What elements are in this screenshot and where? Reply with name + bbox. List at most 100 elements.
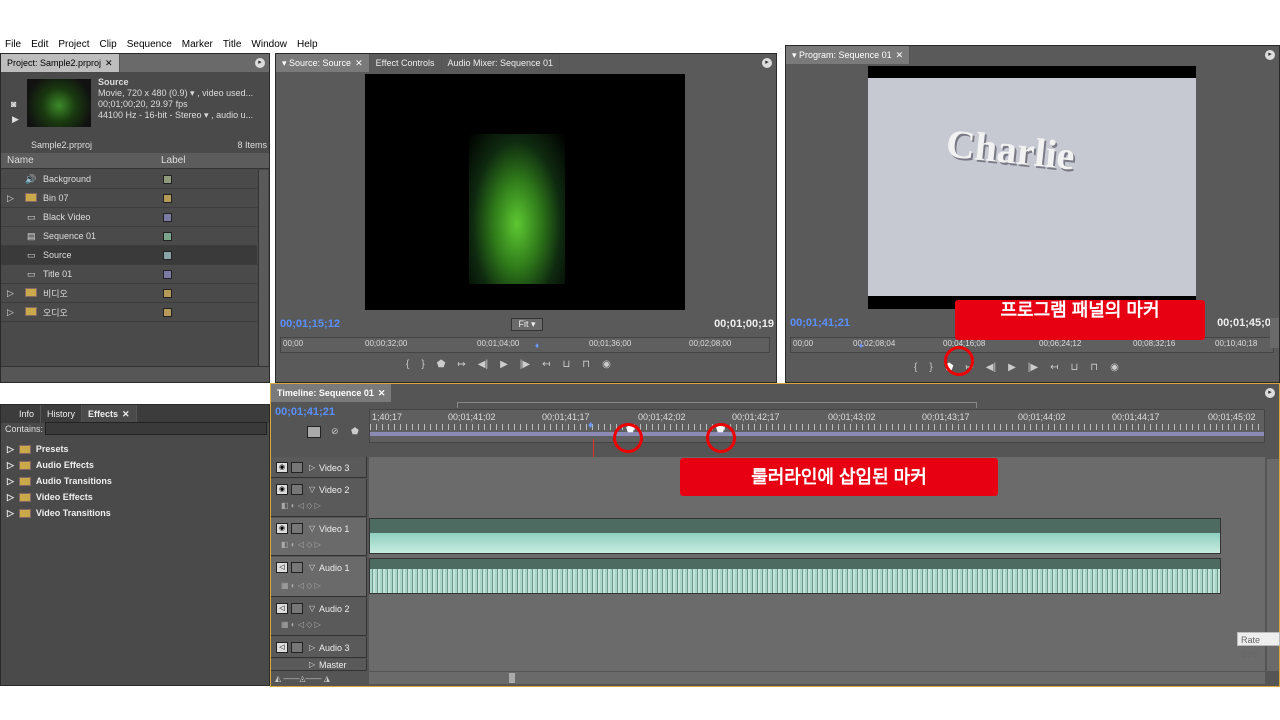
- speaker-icon[interactable]: ◁: [276, 603, 288, 614]
- tab-program[interactable]: ▾ Program: Sequence 01 ✕: [786, 46, 911, 64]
- play-icon[interactable]: ▶: [500, 359, 508, 370]
- list-item[interactable]: ▭ Black Video: [1, 208, 257, 227]
- menu-marker[interactable]: Marker: [182, 39, 213, 50]
- list-item[interactable]: ▷ Audio Effects: [1, 457, 269, 473]
- project-scrollbar[interactable]: [258, 170, 268, 366]
- expand-icon[interactable]: ▷: [309, 463, 315, 472]
- collapse-icon[interactable]: ▽: [309, 485, 315, 494]
- add-marker-icon[interactable]: ⬟: [351, 426, 359, 437]
- goto-out-icon[interactable]: ↤: [1050, 362, 1058, 373]
- col-name[interactable]: Name: [1, 155, 161, 166]
- lock-icon[interactable]: [291, 462, 303, 473]
- track-audio-2[interactable]: ◁ ▽ Audio 2 ▦ ◐ ◁ ◇ ▷: [271, 598, 367, 636]
- list-item[interactable]: ▷ Video Effects: [1, 489, 269, 505]
- panel-menu-icon[interactable]: ▸: [255, 58, 265, 68]
- menu-sequence[interactable]: Sequence: [127, 39, 172, 50]
- track-audio-1[interactable]: ◁ ▽ Audio 1 ▦ ◐ ◁ ◇ ▷: [271, 557, 367, 597]
- list-item[interactable]: ▭ Title 01: [1, 265, 257, 284]
- lock-icon[interactable]: [291, 562, 303, 573]
- tab-project[interactable]: Project: Sample2.prproj ✕: [1, 54, 120, 72]
- playhead-icon[interactable]: ♦: [859, 341, 863, 350]
- work-area-bar[interactable]: [370, 432, 1264, 436]
- keyframe-nav-icon[interactable]: ◧ ◐ ◁ ◇ ▷: [281, 501, 321, 510]
- audio-clip[interactable]: [369, 558, 1221, 594]
- timeline-zoom-slider[interactable]: ◭ ——◬—— ◮: [275, 674, 365, 683]
- speaker-icon[interactable]: ◁: [276, 642, 288, 653]
- program-scrollbar[interactable]: [1270, 318, 1279, 348]
- tab-timeline[interactable]: Timeline: Sequence 01 ✕: [271, 384, 393, 402]
- playhead-icon[interactable]: ♦: [535, 341, 539, 350]
- panel-menu-icon[interactable]: ▸: [762, 58, 772, 68]
- link-icon[interactable]: ⊘: [331, 426, 339, 437]
- step-forward-icon[interactable]: |▶: [520, 359, 530, 370]
- export-frame-icon[interactable]: ◉: [602, 359, 611, 370]
- lift-icon[interactable]: ⊔: [1070, 362, 1078, 373]
- timeline-timecode[interactable]: 00;01;41;21: [275, 406, 335, 418]
- insert-icon[interactable]: ⊔: [562, 359, 570, 370]
- list-item[interactable]: ▷ 오디오: [1, 303, 257, 322]
- panel-menu-icon[interactable]: ▸: [1265, 388, 1275, 398]
- lock-icon[interactable]: [291, 642, 303, 653]
- video-clip[interactable]: [369, 518, 1221, 554]
- lock-icon[interactable]: [291, 603, 303, 614]
- mark-out-icon[interactable]: }: [421, 359, 424, 370]
- collapse-icon[interactable]: ▽: [309, 563, 315, 572]
- play-icon[interactable]: ▶: [1008, 362, 1016, 373]
- keyframe-nav-icon[interactable]: ◧ ◐ ◁ ◇ ▷: [281, 540, 321, 549]
- close-icon[interactable]: ✕: [896, 50, 904, 60]
- menu-project[interactable]: Project: [58, 39, 89, 50]
- eye-icon[interactable]: ◉: [276, 523, 288, 534]
- eye-icon[interactable]: ◉: [276, 462, 288, 473]
- expand-icon[interactable]: ▷: [309, 643, 315, 652]
- tab-history[interactable]: History: [41, 405, 83, 423]
- expand-icon[interactable]: ▷: [7, 492, 14, 503]
- snap-icon[interactable]: [307, 426, 321, 438]
- export-frame-icon[interactable]: ◉: [1110, 362, 1119, 373]
- overlay-icon[interactable]: ⊓: [582, 359, 590, 370]
- col-label[interactable]: Label: [161, 155, 185, 166]
- program-timecode[interactable]: 00;01;41;21: [790, 317, 850, 329]
- eye-icon[interactable]: ◉: [276, 484, 288, 495]
- effects-search-input[interactable]: [45, 422, 267, 435]
- play-icon[interactable]: ▶: [12, 114, 19, 125]
- source-timecode[interactable]: 00;01;15;12: [280, 318, 340, 330]
- tab-effects[interactable]: Effects ✕: [82, 405, 137, 423]
- menu-help[interactable]: Help: [297, 39, 318, 50]
- tab-info[interactable]: Info: [1, 405, 42, 423]
- source-ruler[interactable]: 00;00 00;00;32;00 00;01;04;00 00;01;36;0…: [280, 337, 770, 353]
- expand-icon[interactable]: ▷: [7, 508, 14, 519]
- close-icon[interactable]: ✕: [105, 58, 113, 68]
- menu-clip[interactable]: Clip: [99, 39, 116, 50]
- goto-out-icon[interactable]: ↤: [542, 359, 550, 370]
- extract-icon[interactable]: ⊓: [1090, 362, 1098, 373]
- lock-icon[interactable]: [291, 523, 303, 534]
- collapse-icon[interactable]: ▽: [309, 604, 315, 613]
- list-item[interactable]: ▷ Presets: [1, 441, 269, 457]
- expand-icon[interactable]: ▷: [7, 460, 14, 471]
- timeline-zoom-bar[interactable]: [457, 402, 977, 408]
- step-back-icon[interactable]: ◀|: [478, 359, 488, 370]
- menu-window[interactable]: Window: [251, 39, 287, 50]
- goto-in-icon[interactable]: ↦: [457, 359, 465, 370]
- mark-in-icon[interactable]: {: [914, 362, 917, 373]
- tab-effect-controls[interactable]: Effect Controls: [370, 54, 442, 72]
- list-item[interactable]: ▤ Sequence 01: [1, 227, 257, 246]
- tab-audio-mixer[interactable]: Audio Mixer: Sequence 01: [442, 54, 561, 72]
- tab-source[interactable]: ▾ Source: Source ✕: [276, 54, 370, 72]
- lock-icon[interactable]: [291, 484, 303, 495]
- step-back-icon[interactable]: ◀|: [986, 362, 996, 373]
- expand-icon[interactable]: ▷: [7, 444, 14, 455]
- scroll-thumb[interactable]: [509, 673, 515, 683]
- step-forward-icon[interactable]: |▶: [1028, 362, 1038, 373]
- playhead-icon[interactable]: ♦: [588, 420, 593, 431]
- marker-icon[interactable]: ⬟: [437, 359, 446, 370]
- timeline-ruler[interactable]: 1;40;17 00;01;41;02 00;01;41;17 00;01;42…: [369, 409, 1265, 443]
- list-item[interactable]: ▷ Bin 07: [1, 189, 257, 208]
- timeline-hscrollbar[interactable]: [369, 672, 1265, 684]
- collapse-icon[interactable]: ▽: [309, 524, 315, 533]
- close-icon[interactable]: ✕: [122, 409, 130, 419]
- track-audio-3[interactable]: ◁ ▷ Audio 3: [271, 637, 367, 658]
- panel-menu-icon[interactable]: ▸: [1265, 50, 1275, 60]
- expand-icon[interactable]: ▷: [1, 288, 25, 299]
- list-item[interactable]: ▷ 비디오: [1, 284, 257, 303]
